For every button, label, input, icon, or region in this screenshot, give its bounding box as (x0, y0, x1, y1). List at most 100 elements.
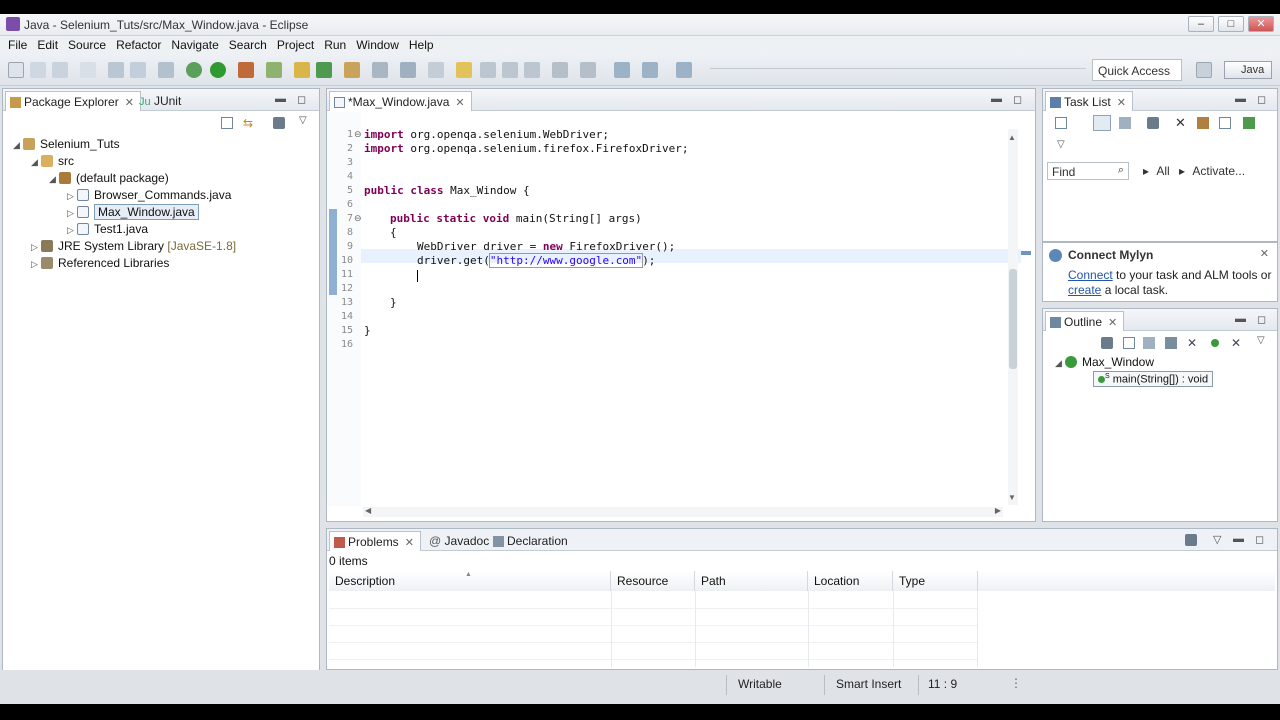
hide-local-types-icon[interactable]: ✕ (1231, 336, 1241, 350)
maximize-icon[interactable]: ◻ (1257, 313, 1266, 326)
horizontal-scrollbar[interactable]: ◀ ▶ (363, 506, 1003, 517)
hide-static-icon[interactable]: ✕ (1187, 336, 1197, 350)
code-line-13[interactable]: } (390, 296, 397, 310)
code-line-10[interactable]: driver.get("http://www.google.com"); (417, 253, 655, 268)
minimize-icon[interactable]: ▬ (1235, 313, 1246, 325)
search-icon[interactable] (158, 62, 174, 78)
tab-outline[interactable]: Outline ✕ (1045, 311, 1125, 331)
minimize-button[interactable]: – (1188, 16, 1214, 32)
column-resource[interactable]: Resource (611, 571, 695, 591)
focus-icon[interactable] (273, 117, 285, 129)
scroll-right-icon[interactable]: ▶ (995, 506, 1001, 515)
last-edit-icon[interactable] (552, 62, 568, 78)
open-perspective-icon[interactable] (1196, 62, 1212, 78)
tab-javadoc[interactable]: @ Javadoc (423, 531, 495, 551)
format-icon[interactable] (524, 62, 540, 78)
external-tools-icon[interactable] (238, 62, 254, 78)
close-icon[interactable]: ✕ (1260, 247, 1269, 260)
collapse-all-icon[interactable] (1219, 117, 1231, 129)
debug-icon[interactable] (186, 62, 202, 78)
fold-icon[interactable]: ⊖ (354, 129, 362, 140)
tree-file-test1[interactable]: ▷ Test1.java (67, 222, 148, 239)
link-with-editor-icon[interactable]: ⇆ (243, 117, 257, 129)
tab-package-explorer[interactable]: Package Explorer ✕ (5, 91, 141, 111)
collapse-all-icon[interactable] (1123, 337, 1135, 349)
java-perspective-button[interactable]: Java (1224, 61, 1272, 79)
run-icon[interactable] (210, 62, 226, 78)
menu-search[interactable]: Search (225, 36, 273, 54)
minimize-icon[interactable]: ▬ (1233, 533, 1244, 545)
minimize-icon[interactable]: ▬ (991, 93, 1002, 105)
code-line-7[interactable]: public static void main(String[] args) (390, 212, 642, 226)
hide-nonpublic-icon[interactable] (1211, 339, 1219, 347)
close-button[interactable]: ✕ (1248, 16, 1274, 32)
scheduled-icon[interactable] (1119, 117, 1131, 129)
sync-icon[interactable] (1197, 117, 1209, 129)
maximize-icon[interactable]: ◻ (297, 93, 306, 106)
maximize-icon[interactable]: ◻ (1255, 533, 1264, 546)
code-line-2[interactable]: import org.openqa.selenium.firefox.Firef… (364, 142, 689, 156)
new-class-icon[interactable] (316, 62, 332, 78)
back-icon[interactable] (614, 62, 630, 78)
navigate-forward-icon[interactable] (676, 62, 692, 78)
menu-project[interactable]: Project (273, 36, 320, 54)
minimize-icon[interactable]: ▬ (1235, 93, 1246, 105)
close-icon[interactable]: ✕ (1117, 97, 1126, 109)
focus-icon[interactable] (1101, 337, 1113, 349)
maximize-icon[interactable]: ◻ (1257, 93, 1266, 106)
code-line-8[interactable]: { (390, 226, 397, 240)
toggle-block-icon[interactable] (480, 62, 496, 78)
tab-max-window-java[interactable]: *Max_Window.java ✕ (329, 91, 472, 111)
tree-default-package[interactable]: ◢ (default package) (49, 171, 169, 188)
sort-icon[interactable] (1143, 337, 1155, 349)
history-icon[interactable] (580, 62, 596, 78)
column-location[interactable]: Location (808, 571, 893, 591)
forward-icon[interactable] (642, 62, 658, 78)
outline-class-max-window[interactable]: ◢ Max_Window (1055, 355, 1154, 372)
mark-occurrences-icon[interactable] (456, 62, 472, 78)
tab-junit[interactable]: Ju JUnit (131, 91, 187, 111)
open-task-icon[interactable] (344, 62, 360, 78)
menu-navigate[interactable]: Navigate (167, 36, 224, 54)
tab-problems[interactable]: Problems ✕ (329, 531, 421, 551)
all-filter-link[interactable]: ▸ All (1143, 164, 1170, 178)
maximize-button[interactable]: □ (1218, 16, 1244, 32)
show-whitespace-icon[interactable] (502, 62, 518, 78)
focus-icon[interactable] (1147, 117, 1159, 129)
open-type-icon[interactable] (130, 62, 146, 78)
column-path[interactable]: Path (695, 571, 808, 591)
find-input[interactable]: Find ⌕ (1047, 162, 1129, 180)
hide-completed-icon[interactable]: ✕ (1175, 115, 1186, 131)
maximize-icon[interactable]: ◻ (1013, 93, 1022, 106)
outline-method-main[interactable]: S main(String[]) : void (1093, 371, 1214, 387)
print-icon[interactable] (80, 62, 96, 78)
minimize-icon[interactable]: ▬ (275, 93, 286, 105)
close-icon[interactable]: ✕ (405, 537, 414, 549)
column-type[interactable]: Type (893, 571, 978, 591)
menu-source[interactable]: Source (64, 36, 112, 54)
coverage-icon[interactable] (266, 62, 282, 78)
scroll-down-icon[interactable]: ▼ (1008, 493, 1018, 503)
collapse-all-icon[interactable] (221, 117, 233, 129)
view-menu-icon[interactable]: ▽ (1213, 533, 1221, 546)
tree-file-max-window[interactable]: ▷ Max_Window.java (67, 204, 199, 222)
menu-file[interactable]: File (4, 36, 33, 54)
tab-declaration[interactable]: Declaration (489, 531, 574, 551)
tree-project[interactable]: ◢ Selenium_Tuts (13, 137, 120, 154)
pin-icon[interactable] (428, 62, 444, 78)
code-line-9[interactable]: WebDriver driver = new FirefoxDriver(); (417, 240, 675, 254)
synchronize-icon[interactable] (1243, 117, 1255, 129)
code-line-15[interactable]: } (364, 324, 371, 338)
menu-help[interactable]: Help (405, 36, 440, 54)
categorized-icon[interactable] (1093, 115, 1111, 131)
code-line-1[interactable]: import org.openqa.selenium.WebDriver; (364, 128, 609, 142)
code-line-5[interactable]: public class Max_Window { (364, 184, 530, 198)
scrollbar-thumb[interactable] (1009, 269, 1017, 369)
tree-referenced-libraries[interactable]: ▷ Referenced Libraries (31, 256, 169, 273)
connect-link[interactable]: Connect (1068, 268, 1113, 282)
new-package-icon[interactable] (294, 62, 310, 78)
save-all-icon[interactable] (52, 62, 68, 78)
new-icon[interactable] (8, 62, 24, 78)
quick-access-field[interactable]: Quick Access (1092, 59, 1182, 81)
close-icon[interactable]: ✕ (455, 97, 464, 109)
